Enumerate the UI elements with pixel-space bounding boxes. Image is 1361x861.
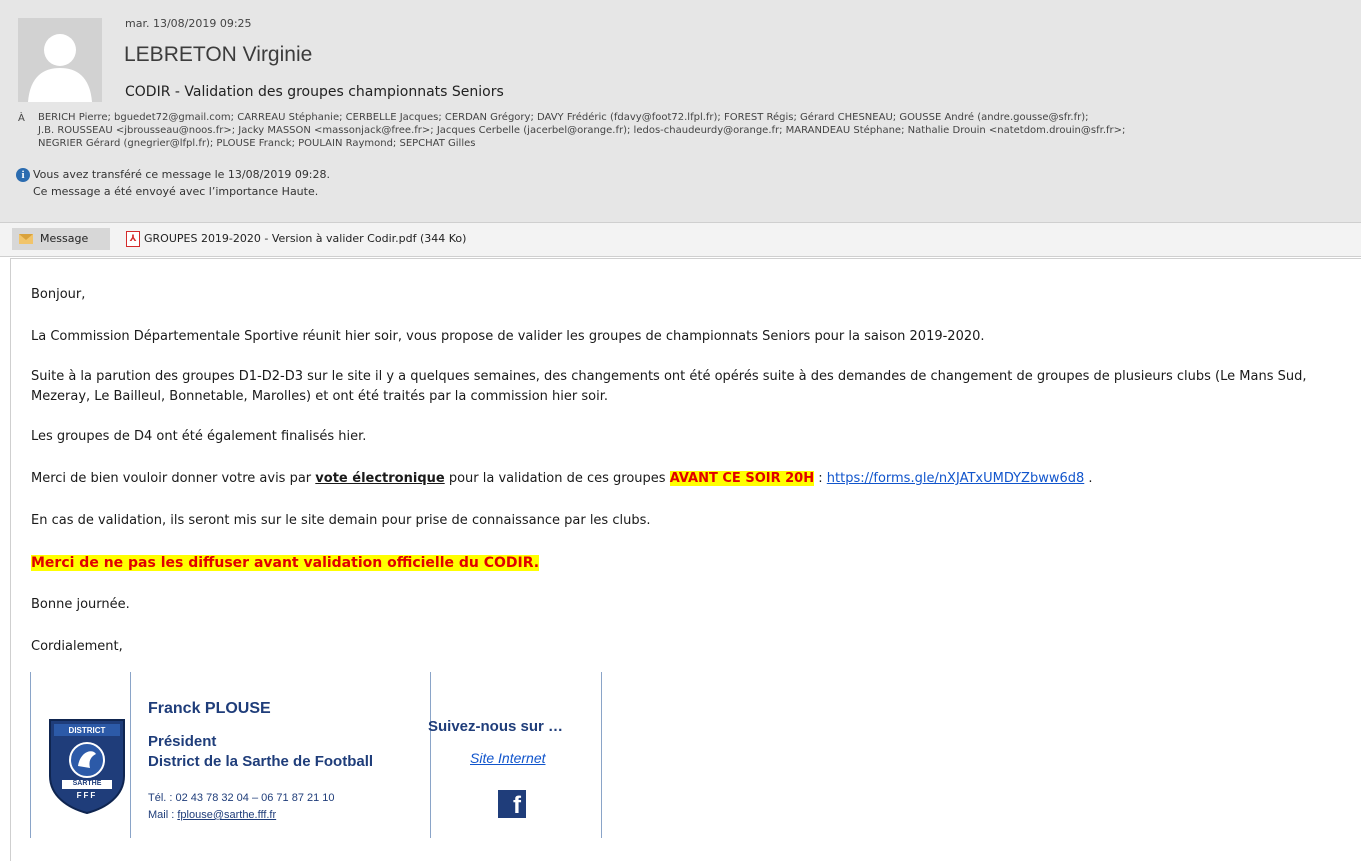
signature-organization: District de la Sarthe de Football	[148, 753, 374, 770]
greeting: Bonjour,	[31, 287, 86, 302]
signature-mail: Mail : fplouse@sarthe.fff.fr	[148, 809, 276, 821]
logo-text-sarthe: SARTHE	[72, 780, 102, 787]
forward-info[interactable]: Vous avez transféré ce message le 13/08/…	[33, 168, 330, 181]
facebook-glyph: f	[513, 792, 521, 818]
mail-label: Mail :	[148, 809, 178, 821]
closing: Cordialement,	[31, 639, 123, 654]
vote-emphasis: vote électronique	[315, 471, 445, 486]
logo-text-district: DISTRICT	[68, 726, 106, 735]
email-signature: DISTRICT SARTHE FFF Franck PLOUSE Présid…	[30, 672, 620, 838]
body-paragraph: Les groupes de D4 ont été également fina…	[31, 429, 367, 444]
vote-form-link[interactable]: https://forms.gle/nXJATxUMDYZbww6d8	[827, 471, 1085, 486]
vote-paragraph: Merci de bien vouloir donner votre avis …	[31, 471, 1093, 486]
warning-highlight: Merci de ne pas les diffuser avant valid…	[31, 555, 540, 571]
importance-info: Ce message a été envoyé avec l’importanc…	[33, 185, 319, 198]
signature-name: Franck PLOUSE	[148, 700, 271, 717]
recipients-list[interactable]: BERICH Pierre; bguedet72@gmail.com; CARR…	[38, 111, 1338, 150]
body-paragraph: Bonne journée.	[31, 597, 130, 612]
info-icon: i	[16, 168, 30, 182]
to-label: À	[18, 113, 25, 124]
signature-phone: Tél. : 02 43 78 32 04 – 06 71 87 21 10	[148, 792, 335, 804]
sender-name[interactable]: LEBRETON Virginie	[124, 43, 312, 67]
vote-text: Merci de bien vouloir donner votre avis …	[31, 471, 316, 486]
envelope-icon	[19, 234, 33, 244]
recipients-line: NEGRIER Gérard (gnegrier@lfpl.fr); PLOUS…	[38, 138, 476, 149]
signature-divider	[30, 672, 31, 838]
warning-line: Merci de ne pas les diffuser avant valid…	[31, 555, 540, 571]
attachment-file[interactable]: GROUPES 2019-2020 - Version à valider Co…	[144, 232, 466, 245]
facebook-icon[interactable]: f	[498, 790, 526, 818]
person-icon	[18, 18, 102, 102]
message-header: mar. 13/08/2019 09:25 LEBRETON Virginie …	[0, 0, 1361, 223]
body-paragraph: Suite à la parution des groupes D1-D2-D3…	[31, 369, 1307, 404]
attachment-bar: Message ⅄ GROUPES 2019-2020 - Version à …	[0, 223, 1361, 257]
signature-mail-link[interactable]: fplouse@sarthe.fff.fr	[177, 809, 276, 821]
message-subject: CODIR - Validation des groupes championn…	[125, 84, 504, 100]
message-tab[interactable]: Message	[12, 228, 110, 250]
body-paragraph: La Commission Départementale Sportive ré…	[31, 329, 985, 344]
deadline-highlight: AVANT CE SOIR 20H	[669, 471, 815, 486]
vote-text: .	[1084, 471, 1093, 486]
recipients-line: BERICH Pierre; bguedet72@gmail.com; CARR…	[38, 112, 1089, 123]
vote-text: :	[814, 471, 827, 486]
signature-divider	[601, 672, 602, 838]
pdf-icon[interactable]: ⅄	[126, 231, 140, 247]
message-tab-label: Message	[40, 232, 89, 245]
signature-role: Président	[148, 733, 217, 750]
sender-avatar[interactable]	[18, 18, 102, 102]
body-paragraph: En cas de validation, ils seront mis sur…	[31, 513, 651, 528]
signature-divider	[130, 672, 131, 838]
recipients-line: J.B. ROUSSEAU <jbrousseau@noos.fr>; Jack…	[38, 125, 1126, 136]
website-link[interactable]: Site Internet	[470, 750, 546, 766]
sent-date: mar. 13/08/2019 09:25	[125, 17, 252, 30]
follow-us-heading: Suivez-nous sur …	[428, 718, 564, 735]
signature-divider	[430, 672, 431, 838]
vote-text: pour la validation de ces groupes	[444, 471, 670, 486]
logo-text-fff: FFF	[76, 791, 98, 800]
district-logo: DISTRICT SARTHE FFF	[48, 714, 126, 815]
